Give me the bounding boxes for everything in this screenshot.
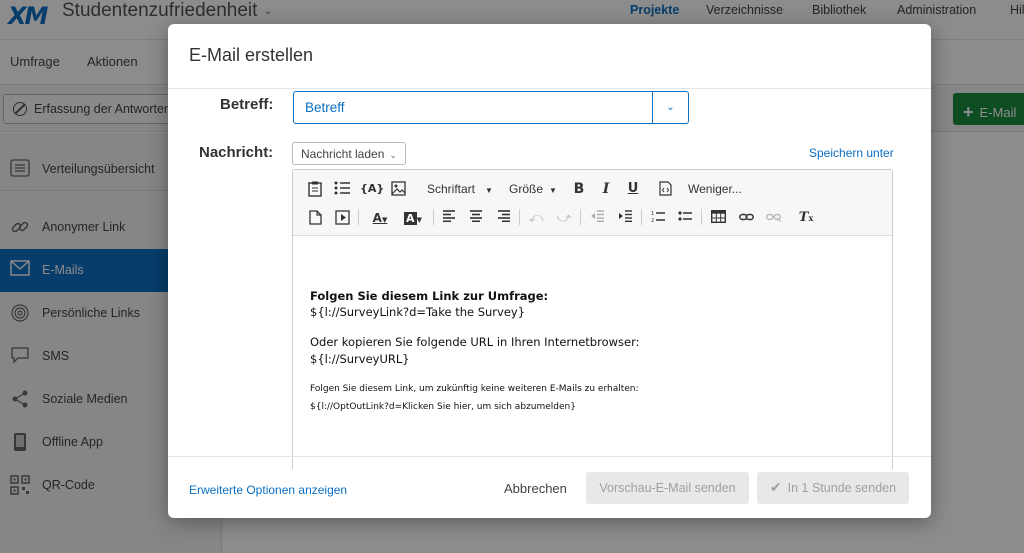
media-icon[interactable] [334,210,350,226]
caret-down-icon: ▼ [549,186,557,195]
paste-icon[interactable] [307,181,323,197]
optout-text: Folgen Sie diesem Link, um zukünftig kei… [310,384,639,394]
save-under-link[interactable]: Speichern unter [809,146,894,160]
send-preview-button[interactable]: Vorschau-E-Mail senden [586,472,749,504]
indent-icon[interactable] [617,210,633,226]
bulleted-list-icon[interactable] [334,181,350,197]
chevron-down-icon: ⌄ [666,102,675,113]
toolbar-divider [433,209,434,225]
schedule-send-label: In 1 Stunde senden [787,481,897,495]
background-color-icon[interactable]: A ▼ [401,210,425,226]
piped-text-icon[interactable]: {A} [360,181,384,197]
font-size-select[interactable]: Größe ▼ [509,181,557,199]
editor-content[interactable]: Folgen Sie diesem Link zur Umfrage: ${l:… [310,288,870,416]
source-code-icon[interactable] [657,181,673,197]
table-icon[interactable] [710,209,726,226]
editor-toolbar: {A} Schriftart ▼ Größe ▼ B I U Weniger... … [293,170,892,236]
clear-formatting-icon[interactable]: Tx [798,210,814,226]
cancel-button[interactable]: Abbrechen [504,481,567,496]
chevron-down-icon: ⌄ [389,150,397,160]
advanced-options-link[interactable]: Erweiterte Optionen anzeigen [189,483,347,497]
checkmark-icon: ✔ [769,480,782,496]
rich-text-editor: {A} Schriftart ▼ Größe ▼ B I U Weniger... … [292,169,893,469]
new-document-icon[interactable] [307,210,323,226]
italic-icon[interactable]: I [598,181,614,197]
toolbar-divider [580,209,581,225]
subject-input[interactable] [294,92,652,123]
survey-url-placeholder: ${l://SurveyURL} [310,352,410,366]
image-icon[interactable] [390,181,406,197]
survey-link-placeholder: ${l://SurveyLink?d=Take the Survey} [310,305,526,319]
align-right-icon[interactable] [496,210,512,226]
caret-down-icon: ▼ [485,186,493,195]
redo-icon[interactable]: ⤻ [556,210,572,226]
bullet-list-icon[interactable] [677,210,693,226]
subject-field: ⌄ [293,91,689,124]
dialog-footer-divider [168,456,931,457]
font-family-label: Schriftart [427,182,476,196]
svg-text:2: 2 [651,218,654,224]
survey-link-heading: Folgen Sie diesem Link zur Umfrage: [310,289,549,303]
toolbar-divider [641,209,642,225]
copy-url-text: Oder kopieren Sie folgende URL in Ihren … [310,335,640,349]
toolbar-divider [519,209,520,225]
less-tools-toggle[interactable]: Weniger... [688,181,742,197]
underline-icon[interactable]: U [625,181,641,197]
align-left-icon[interactable] [441,210,457,226]
dialog-header-divider [168,88,931,89]
font-size-label: Größe [509,182,544,196]
text-color-icon[interactable]: A▼ [368,210,392,226]
toolbar-divider [358,209,359,225]
outdent-icon[interactable] [589,210,605,226]
optout-link-placeholder: ${l://OptOutLink?d=Klicken Sie hier, um … [310,402,576,412]
numbered-list-icon[interactable]: 12 [650,210,666,226]
unlink-icon[interactable] [765,210,781,226]
subject-dropdown-toggle[interactable]: ⌄ [652,92,688,123]
align-center-icon[interactable] [468,210,484,226]
load-message-button[interactable]: Nachricht laden ⌄ [292,142,406,165]
svg-text:1: 1 [651,211,654,217]
toolbar-divider [701,209,702,225]
load-message-label: Nachricht laden [301,147,385,161]
bold-icon[interactable]: B [571,181,587,197]
subject-label: Betreff: [220,96,274,113]
undo-icon[interactable]: ⤺ [528,210,544,226]
link-icon[interactable] [738,210,754,226]
font-family-select[interactable]: Schriftart ▼ [427,181,493,199]
message-label: Nachricht: [199,144,274,161]
schedule-send-button[interactable]: ✔ In 1 Stunde senden [757,472,909,504]
dialog-title: E-Mail erstellen [189,45,314,65]
create-email-dialog: E-Mail erstellen Betreff: ⌄ Nachricht: N… [168,24,931,518]
